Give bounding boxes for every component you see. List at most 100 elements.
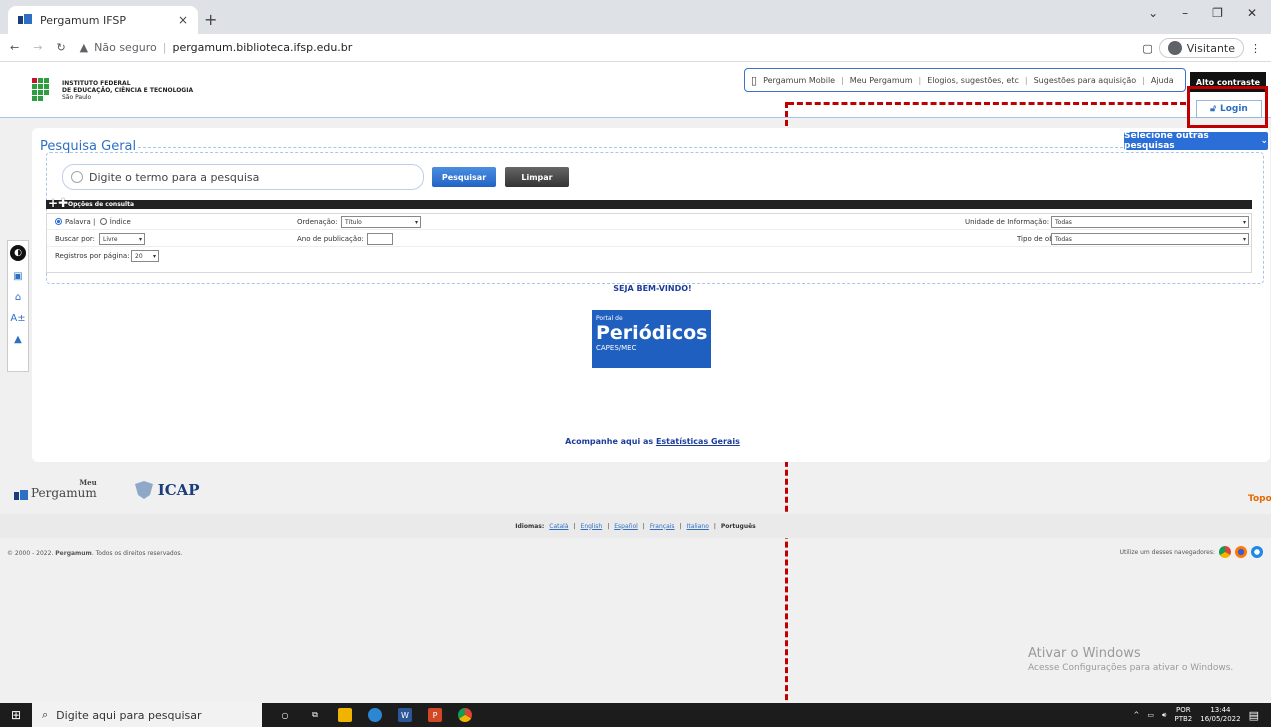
ifsp-logo-text: INSTITUTO FEDERAL DE EDUCAÇÃO, CIÊNCIA E… (62, 79, 194, 101)
annotation-highlight-box (1187, 86, 1268, 128)
expand-options-icon[interactable]: +✚ (48, 196, 68, 210)
options-row-3: Registros por página: 20 ▾ (47, 248, 1251, 264)
new-tab-button[interactable]: + (204, 10, 217, 29)
back-to-top-link[interactable]: Topo (1248, 494, 1271, 504)
accessibility-toolbar: ◐ ▣ ⌂ A± ▲ (7, 240, 29, 372)
powerpoint-icon[interactable]: P (428, 708, 442, 722)
notifications-icon[interactable]: ▤ (1249, 709, 1259, 722)
clock[interactable]: 13:44 16/05/2022 (1200, 706, 1240, 724)
maximize-icon[interactable]: ❐ (1212, 6, 1223, 20)
meu-pergamum-icon[interactable]: ▣ (13, 271, 22, 282)
options-row-1: Palavra | Índice Ordenação: Título ▾ Unid… (47, 214, 1251, 230)
url-text[interactable]: pergamum.biblioteca.ifsp.edu.br (173, 41, 353, 54)
search-input[interactable]: Digite o termo para a pesquisa (62, 164, 424, 190)
network-icon[interactable]: ▭ (1147, 711, 1154, 719)
welcome-heading: SEJA BEM-VINDO! (613, 284, 692, 293)
statistics-line: Acompanhe aqui as Estatísticas Gerais (565, 437, 740, 446)
lang-espanol[interactable]: Español (614, 523, 638, 530)
statistics-link[interactable]: Estatísticas Gerais (656, 437, 740, 446)
ordenacao-label: Ordenação: (297, 218, 338, 226)
language-indicator[interactable]: POR PTB2 (1174, 706, 1192, 724)
clear-button[interactable]: Limpar (505, 167, 569, 187)
edge-icon[interactable] (1251, 546, 1263, 558)
pergamum-favicon-icon (18, 14, 32, 26)
lang-catala[interactable]: Català (549, 523, 568, 530)
address-bar: ← → ↻ ▲ Não seguro | pergamum.biblioteca… (0, 34, 1271, 62)
cortana-icon[interactable]: ○ (278, 708, 292, 722)
menu-kebab-icon[interactable]: ⋮ (1250, 42, 1261, 55)
nav-sugestoes-aquisicao[interactable]: Sugestões para aquisição (1034, 76, 1137, 85)
meu-pergamum-logo[interactable]: Meu Pergamum (14, 479, 97, 500)
unidade-label: Unidade de Informação: (965, 218, 1050, 226)
scroll-top-icon[interactable]: ▲ (14, 334, 22, 345)
buscar-por-select[interactable]: Livre ▾ (99, 233, 145, 245)
browser-tab[interactable]: Pergamum IFSP × (8, 6, 198, 34)
back-icon[interactable]: ← (10, 41, 19, 54)
home-icon[interactable]: ⌂ (15, 292, 21, 303)
mobile-icon: ▯ (751, 73, 758, 87)
lang-italiano[interactable]: Italiano (687, 523, 709, 530)
chrome-icon[interactable] (1219, 546, 1231, 558)
profile-area: ▢ Visitante ⋮ (1142, 38, 1261, 58)
registros-select[interactable]: 20 ▾ (131, 250, 159, 262)
search-icon: ⌕ (42, 708, 49, 721)
nav-elogios[interactable]: Elogios, sugestões, etc (927, 76, 1019, 85)
lang-francais[interactable]: Français (650, 523, 675, 530)
search-options-header[interactable]: Opções de consulta (46, 200, 1252, 209)
copyright: © 2000 - 2022. Pergamum. Todos os direit… (7, 550, 183, 557)
windows-start-icon[interactable]: ⊞ (0, 703, 32, 727)
minimize-icon[interactable]: – (1182, 6, 1188, 20)
lang-english[interactable]: English (581, 523, 603, 530)
pergamum-logo-icon (14, 490, 28, 500)
system-tray: ^ ▭ 🔊︎ POR PTB2 13:44 16/05/2022 ▤ (1134, 703, 1259, 727)
volume-icon[interactable]: 🔊︎ (1162, 711, 1166, 720)
avatar-icon (1167, 41, 1182, 55)
word-icon[interactable]: W (398, 708, 412, 722)
ifsp-logo[interactable]: INSTITUTO FEDERAL DE EDUCAÇÃO, CIÊNCIA E… (32, 78, 193, 102)
nav-meu-pergamum[interactable]: Meu Pergamum (850, 76, 913, 85)
options-row-2: Buscar por: Livre ▾ Ano de publicação: Ti… (47, 231, 1251, 247)
reload-icon[interactable]: ↻ (56, 41, 65, 54)
tipo-obra-select[interactable]: Todas ▾ (1051, 233, 1249, 245)
title-divider (138, 147, 1128, 148)
url-separator: | (162, 41, 167, 54)
windows-taskbar: ⊞ ⌕ Digite aqui para pesquisar ○ ⧉ W P ^… (0, 703, 1271, 727)
portal-periodicos-banner[interactable]: Portal de Periódicos CAPES/MEC (592, 310, 711, 368)
warning-icon[interactable]: ▲ (80, 41, 88, 54)
unidade-select[interactable]: Todas ▾ (1051, 216, 1249, 228)
task-view-icon[interactable]: ⧉ (308, 708, 322, 722)
search-button[interactable]: Pesquisar (432, 167, 496, 187)
reading-list-icon[interactable]: ▢ (1142, 42, 1152, 55)
ano-input[interactable] (367, 233, 393, 245)
security-label[interactable]: Não seguro (94, 41, 157, 54)
tray-chevron-icon[interactable]: ^ (1134, 711, 1140, 719)
radio-palavra[interactable] (55, 218, 62, 225)
annotation-dashed-line-horizontal (788, 102, 1186, 105)
windows-activation-watermark: Ativar o Windows Acesse Configurações pa… (1028, 646, 1234, 673)
forward-icon: → (33, 41, 43, 54)
taskbar-search-input[interactable]: ⌕ Digite aqui para pesquisar (32, 703, 262, 727)
nav-pergamum-mobile[interactable]: Pergamum Mobile (763, 76, 835, 85)
close-window-icon[interactable]: ✕ (1247, 6, 1257, 20)
icap-shield-icon (134, 481, 153, 499)
ordenacao-select[interactable]: Título ▾ (341, 216, 421, 228)
supported-browsers: Utilize um desses navegadores: (1120, 546, 1263, 558)
app-icon[interactable] (368, 708, 382, 722)
search-placeholder: Digite o termo para a pesquisa (89, 170, 260, 184)
registros-label: Registros por página: (55, 252, 130, 260)
search-icon (71, 171, 83, 183)
ifsp-logo-mark-icon (32, 78, 56, 102)
profile-button[interactable]: Visitante (1158, 38, 1244, 58)
chrome-taskbar-icon[interactable] (458, 708, 472, 722)
font-size-icon[interactable]: A± (10, 313, 25, 324)
icap-logo[interactable]: ICAP (133, 481, 200, 499)
url-field[interactable]: ▲ Não seguro | pergamum.biblioteca.ifsp.… (80, 41, 353, 54)
tab-search-icon[interactable]: ⌄ (1148, 6, 1158, 20)
other-searches-dropdown[interactable]: Selecione outras pesquisas ⌄ (1124, 131, 1268, 151)
firefox-icon[interactable] (1235, 546, 1247, 558)
contrast-icon[interactable]: ◐ (10, 245, 26, 261)
file-explorer-icon[interactable] (338, 708, 352, 722)
nav-ajuda[interactable]: Ajuda (1151, 76, 1174, 85)
radio-indice[interactable] (99, 218, 107, 225)
close-tab-icon[interactable]: × (178, 13, 188, 27)
